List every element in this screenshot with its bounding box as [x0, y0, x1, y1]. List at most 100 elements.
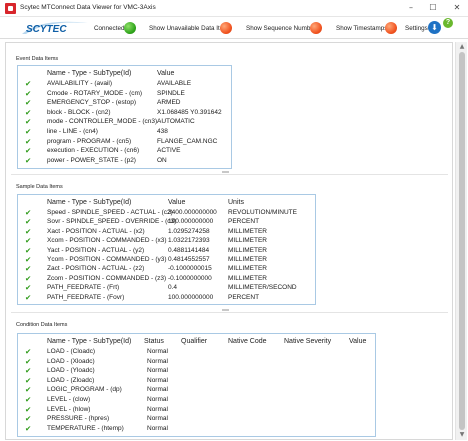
- check-icon: ✔: [25, 385, 32, 395]
- show-sequence-label: Show Sequence Numbers: [246, 25, 320, 32]
- event-cell-value: X1.068485 Y0.391642: [157, 108, 222, 116]
- sample-cell-name: PATH_FEEDRATE - (Frt): [47, 284, 120, 292]
- sample-row: ✔ Zact - POSITION - ACTUAL - (z2) -0.10000…: [18, 264, 315, 274]
- event-cell-value: FLANGE_CAM.NGC: [157, 137, 218, 145]
- maximize-button[interactable]: ☐: [426, 2, 440, 14]
- check-icon: ✔: [25, 127, 32, 136]
- sample-cell-units: PERCENT: [228, 293, 260, 301]
- sample-cell-units: PERCENT: [228, 218, 260, 226]
- event-header-name: Name - Type - SubType(Id): [47, 70, 132, 77]
- event-row: ✔ power - POWER_STATE - (p2) ON: [18, 156, 231, 165]
- condition-cell-name: LEVEL - (clow): [47, 396, 91, 403]
- event-row: ✔ block - BLOCK - (cn2) X1.068485 Y0.39164…: [18, 107, 231, 117]
- condition-row: ✔ LOGIC_PROGRAM - (dp) Normal: [18, 385, 375, 395]
- condition-row: ✔ PRESSURE - (hpres) Normal: [18, 414, 375, 423]
- check-icon: ✔: [25, 255, 32, 264]
- event-data-table: Name - Type - SubType(Id) Value ✔ AVAILAB…: [17, 65, 232, 169]
- section-collapse-handle[interactable]: [222, 309, 229, 311]
- condition-cell-name: TEMPERATURE - (htemp): [47, 424, 124, 432]
- sample-cell-value: 0.4881141484: [168, 246, 210, 254]
- check-icon: ✔: [25, 217, 32, 227]
- sample-header-name: Name - Type - SubType(Id): [47, 199, 132, 206]
- section-collapse-handle[interactable]: [222, 171, 229, 173]
- sample-header-value: Value: [168, 199, 186, 206]
- app-icon: [5, 3, 16, 14]
- check-icon: ✔: [25, 208, 32, 217]
- sample-cell-name: Sovr - SPINDLE_SPEED - OVERRIDE - (c3): [47, 218, 177, 226]
- check-icon: ✔: [25, 107, 32, 117]
- check-icon: ✔: [25, 98, 32, 108]
- condition-row: ✔ LOAD - (Cloadc) Normal: [18, 347, 375, 356]
- event-cell-name: power - POWER_STATE - (p2): [47, 156, 136, 164]
- scroll-down-arrow-icon[interactable]: ▼: [456, 430, 468, 440]
- event-row: ✔ mode - CONTROLLER_MODE - (cn3) AUTOMATIC: [18, 117, 231, 127]
- help-button[interactable]: ?: [443, 18, 453, 28]
- sample-cell-value: -0.1000000000: [168, 274, 212, 282]
- vertical-scrollbar[interactable]: ▲ ▼: [455, 42, 467, 440]
- event-header-value: Value: [157, 70, 175, 77]
- event-row: ✔ line - LINE - (cn4) 438: [18, 127, 231, 136]
- show-unavailable-toggle[interactable]: [220, 22, 232, 34]
- condition-cell-status: Normal: [147, 348, 168, 355]
- check-icon: ✔: [25, 356, 32, 366]
- sample-header-units: Units: [228, 199, 244, 206]
- check-icon: ✔: [25, 292, 32, 302]
- sample-cell-name: Speed - SPINDLE_SPEED - ACTUAL - (c2): [47, 209, 173, 216]
- event-section-title: Event Data Items: [16, 56, 59, 62]
- minimize-button[interactable]: –: [404, 2, 418, 14]
- show-sequence-toggle[interactable]: [310, 22, 322, 34]
- check-icon: ✔: [25, 423, 32, 433]
- check-icon: ✔: [25, 264, 32, 274]
- sample-cell-value: 0.4: [168, 284, 178, 292]
- event-section-divider: [11, 174, 448, 175]
- sample-row: ✔ Xact - POSITION - ACTUAL - (x2) 1.029527…: [18, 227, 315, 236]
- condition-header-status: Status: [144, 338, 164, 345]
- condition-header-value: Value: [349, 338, 367, 345]
- condition-header-native-code: Native Code: [228, 338, 267, 345]
- condition-row: ✔ LOAD - (Xloadc) Normal: [18, 356, 375, 366]
- condition-row: ✔ LOAD - (Zloadc) Normal: [18, 376, 375, 385]
- sample-cell-name: Yact - POSITION - ACTUAL - (y2): [47, 246, 145, 254]
- scroll-thumb[interactable]: [459, 52, 465, 430]
- event-cell-value: SPINDLE: [157, 89, 185, 97]
- window-title: Scytec MTConnect Data Viewer for VMC-3Ax…: [20, 4, 156, 11]
- check-icon: ✔: [25, 273, 32, 283]
- condition-row: ✔ TEMPERATURE - (htemp) Normal: [18, 423, 375, 433]
- check-icon: ✔: [25, 404, 32, 414]
- check-icon: ✔: [25, 117, 32, 127]
- condition-cell-name: LOAD - (Yloadc): [47, 367, 95, 375]
- sample-cell-name: Zcom - POSITION - COMMANDED - (z3): [47, 274, 167, 282]
- sample-row: ✔ Ycom - POSITION - COMMANDED - (y3) 0.481…: [18, 255, 315, 264]
- sample-cell-units: MILLIMETER: [228, 265, 268, 273]
- condition-row: ✔ LOAD - (Yloadc) Normal: [18, 366, 375, 376]
- sample-cell-value: 1.0295274258: [168, 227, 210, 235]
- condition-cell-status: Normal: [147, 405, 168, 413]
- event-cell-name: AVAILABILITY - (avail): [47, 80, 113, 87]
- check-icon: ✔: [25, 283, 32, 293]
- show-timestamps-label: Show Timestamps: [336, 25, 388, 32]
- logo-text: SCYTEC: [26, 24, 67, 35]
- check-icon: ✔: [25, 136, 32, 146]
- settings-label: Settings: [405, 25, 428, 32]
- data-items-pane: Event Data Items Name - Type - SubType(I…: [5, 42, 453, 440]
- condition-cell-name: LOAD - (Zloadc): [47, 376, 95, 384]
- condition-cell-status: Normal: [147, 376, 168, 384]
- event-row: ✔ Cmode - ROTARY_MODE - (cm) SPINDLE: [18, 89, 231, 98]
- close-button[interactable]: ✕: [450, 2, 464, 14]
- condition-cell-name: LEVEL - (hlow): [47, 405, 91, 413]
- show-timestamps-toggle[interactable]: [385, 22, 397, 34]
- condition-cell-name: LOAD - (Xloadc): [47, 357, 95, 365]
- check-icon: ✔: [25, 366, 32, 376]
- condition-cell-name: LOGIC_PROGRAM - (dp): [47, 386, 122, 394]
- event-cell-value: ARMED: [157, 99, 181, 107]
- scroll-up-arrow-icon[interactable]: ▲: [456, 42, 468, 52]
- condition-data-table: Name - Type - SubType(Id) Status Qualifi…: [17, 333, 376, 437]
- scytec-logo: SCYTEC: [22, 21, 88, 35]
- condition-cell-status: Normal: [147, 386, 168, 394]
- connected-status-indicator: [124, 22, 136, 34]
- condition-cell-status: Normal: [147, 415, 168, 423]
- sample-cell-value: 0.4814552557: [168, 256, 210, 263]
- settings-button[interactable]: ⬇: [428, 21, 441, 34]
- sample-data-table: Name - Type - SubType(Id) Value Units ✔ S…: [17, 194, 316, 305]
- condition-cell-status: Normal: [147, 367, 168, 375]
